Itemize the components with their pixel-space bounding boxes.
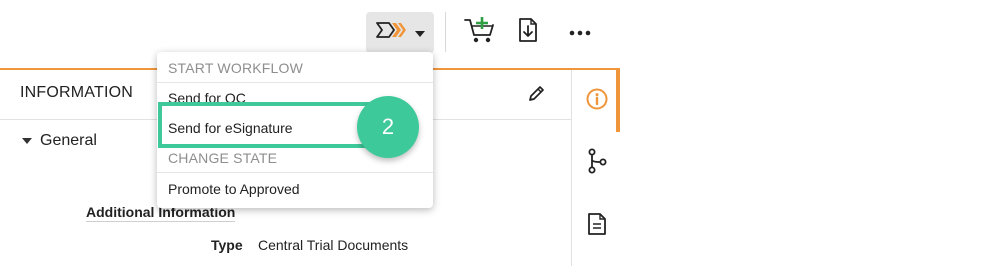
sidebar-item-relationships[interactable]	[580, 146, 614, 180]
pencil-icon	[526, 84, 546, 109]
sidebar-item-document[interactable]	[580, 209, 614, 243]
menu-header-start-workflow: START WORKFLOW	[168, 60, 304, 76]
step-badge: 2	[357, 96, 419, 158]
sidebar-active-indicator	[616, 70, 620, 132]
menu-header-change-state: CHANGE STATE	[168, 150, 278, 166]
menu-divider	[157, 82, 433, 83]
chevron-down-icon	[415, 24, 425, 42]
menu-divider	[157, 172, 433, 173]
workflow-chevrons-icon	[375, 20, 409, 45]
type-label: Type	[211, 237, 243, 253]
download-button[interactable]	[512, 14, 544, 50]
info-icon	[585, 87, 609, 116]
type-value: Central Trial Documents	[258, 237, 409, 253]
section-label: General	[40, 132, 97, 149]
toolbar-divider	[445, 12, 446, 52]
highlight-box	[158, 102, 382, 148]
add-to-cart-icon	[463, 15, 497, 50]
sidebar-item-info[interactable]	[580, 84, 614, 118]
workflow-button[interactable]	[366, 12, 434, 53]
caret-down-icon	[22, 138, 32, 144]
document-icon	[587, 212, 607, 241]
download-document-icon	[517, 17, 539, 48]
branch-icon	[586, 148, 608, 179]
more-options-button[interactable]	[562, 14, 598, 50]
panel-title: INFORMATION	[20, 84, 134, 101]
add-to-cart-button[interactable]	[462, 14, 498, 50]
sidebar-divider	[571, 70, 572, 266]
menu-item-promote-to-approved[interactable]: Promote to Approved	[168, 181, 300, 197]
section-general-toggle[interactable]: General	[20, 132, 97, 150]
more-options-icon	[569, 23, 591, 41]
edit-button[interactable]	[524, 84, 548, 108]
